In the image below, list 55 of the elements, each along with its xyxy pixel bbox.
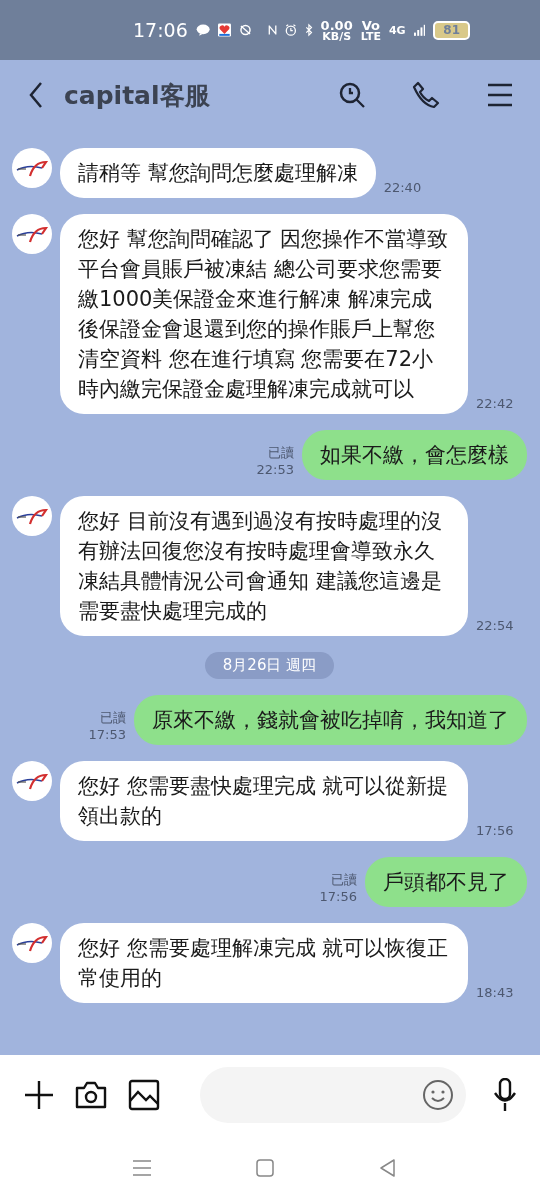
message-time: 22:53 — [256, 461, 294, 478]
read-receipt: 已讀 — [331, 871, 357, 888]
message-bubble: 您好 您需要處理解凍完成 就可以恢復正常使用的 — [60, 923, 468, 1003]
call-icon — [412, 81, 440, 109]
microphone-button[interactable] — [492, 1078, 518, 1112]
recent-apps-icon — [131, 1157, 152, 1178]
message-bubble: 戶頭都不見了 — [365, 857, 527, 907]
message-time: 17:53 — [88, 726, 126, 743]
add-icon — [24, 1080, 54, 1110]
message-time: 22:54 — [476, 617, 514, 634]
message-time: 17:56 — [476, 822, 514, 839]
search-button[interactable] — [338, 81, 366, 109]
speed-unit: KB/S — [322, 31, 352, 42]
network-type: 4G — [388, 23, 406, 37]
read-receipt: 已讀 — [100, 709, 126, 726]
image-icon — [128, 1079, 160, 1111]
image-button[interactable] — [128, 1079, 160, 1111]
avatar-icon — [12, 923, 52, 963]
call-button[interactable] — [412, 81, 440, 109]
message-bubble: 您好 幫您詢問確認了 因您操作不當導致平台會員賬戶被凍結 總公司要求您需要繳1000美保證金來進行解凍 解凍完成後保證金會退還到您的操作賬戶上幫您清空資料 您在進行填寫 您需要在72小時內繳完保證金處理解凍完成就可以 — [60, 214, 468, 414]
volte-label: Vo — [361, 18, 380, 32]
home-icon — [255, 1157, 275, 1178]
avatar-icon — [12, 496, 52, 536]
message-time: 22:42 — [476, 395, 514, 412]
battery-level: 81 — [433, 20, 470, 40]
message-bubble: 如果不繳，會怎麼樣 — [302, 430, 527, 480]
message-bubble: 原來不繳，錢就會被吃掉唷，我知道了 — [134, 695, 527, 745]
avatar-icon — [12, 761, 52, 801]
back-button[interactable] — [28, 81, 44, 109]
volte-label: LTE — [360, 31, 381, 42]
search-icon — [338, 81, 366, 109]
message-time: 17:56 — [319, 888, 357, 905]
network-speed: 0.00 — [320, 18, 353, 32]
add-button[interactable] — [24, 1080, 54, 1110]
avatar-icon — [12, 214, 52, 254]
chat-title: capital客服 — [64, 79, 211, 112]
microphone-icon — [492, 1078, 518, 1112]
message-bubble: 您好 您需要盡快處理完成 就可以從新提領出款的 — [60, 761, 468, 841]
read-receipt: 已讀 — [268, 444, 294, 461]
home-button[interactable] — [255, 1157, 275, 1178]
menu-button[interactable] — [486, 81, 514, 109]
camera-button[interactable] — [74, 1080, 108, 1110]
back-icon — [28, 81, 44, 109]
message-bubble: 您好 目前沒有遇到過沒有按時處理的沒有辦法回復您沒有按時處理會導致永久凍結具體情況公司會通知 建議您這邊是需要盡快處理完成的 — [60, 496, 468, 636]
clock-time: 17:06 — [133, 19, 188, 41]
menu-icon — [486, 81, 514, 109]
message-time: 18:43 — [476, 984, 514, 1001]
avatar-icon — [12, 148, 52, 188]
smiley-icon — [422, 1079, 454, 1111]
message-time: 22:40 — [383, 179, 422, 196]
message-bubble: 請稍等 幫您詢問怎麼處理解凍 — [60, 148, 376, 198]
camera-icon — [74, 1080, 108, 1110]
emoji-button[interactable] — [422, 1079, 454, 1111]
bluetooth-icon — [304, 21, 313, 39]
date-separator: 8月26日 週四 — [204, 652, 335, 679]
